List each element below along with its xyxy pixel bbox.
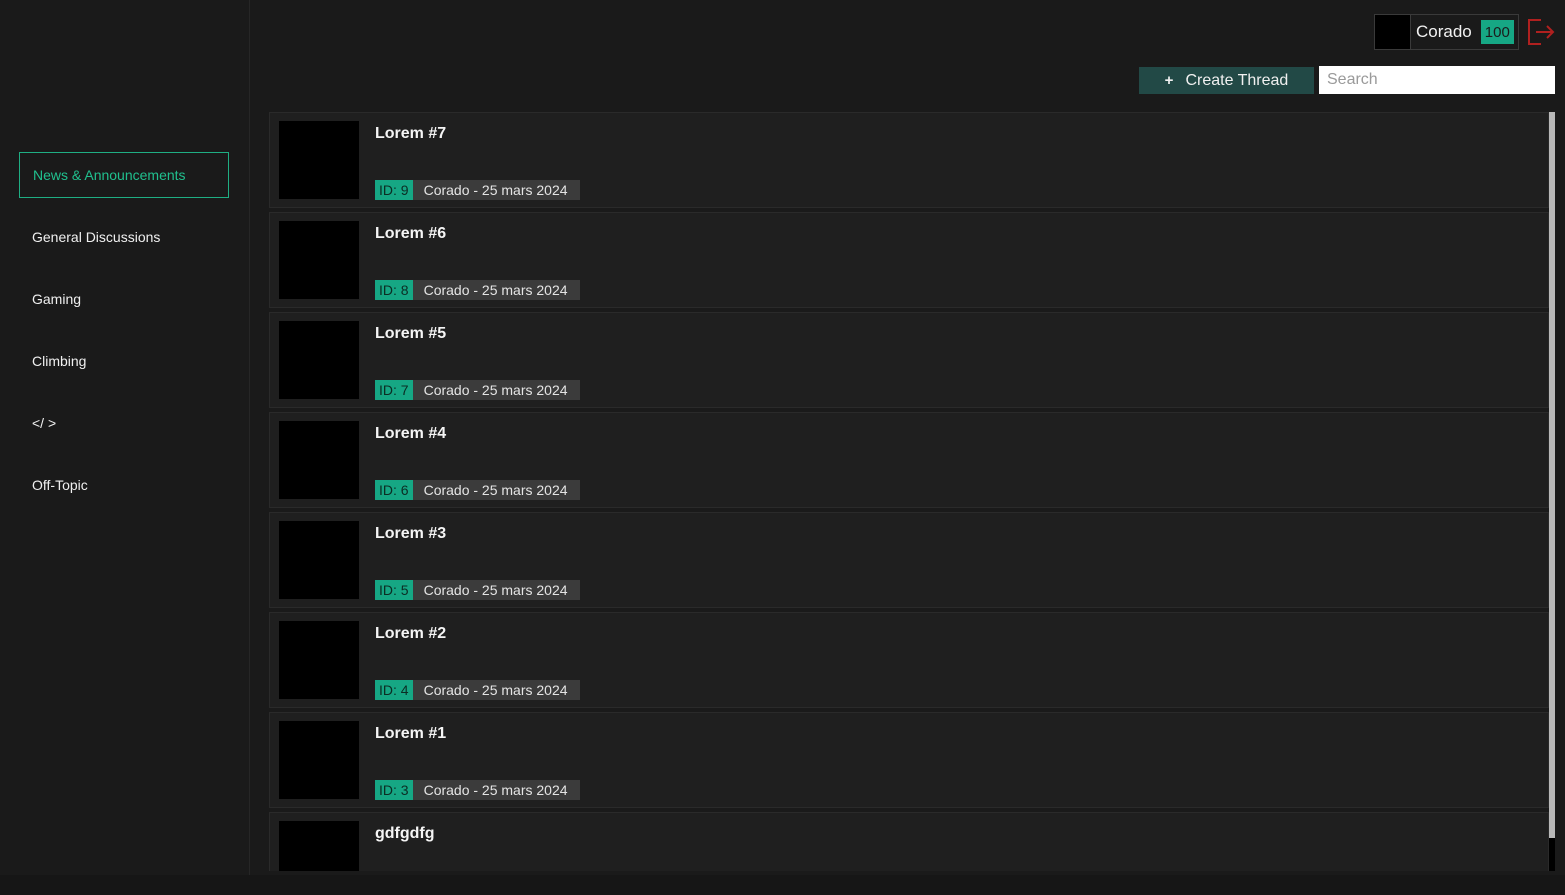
sidebar-item-news[interactable]: News & Announcements (19, 152, 229, 198)
thread-row[interactable]: Lorem #1 ID: 3 Corado - 25 mars 2024 (269, 712, 1549, 808)
thread-meta: ID: 5 Corado - 25 mars 2024 (375, 580, 580, 600)
thread-thumbnail (279, 221, 359, 299)
thread-title: Lorem #3 (375, 525, 447, 542)
thread-author-date: Corado - 25 mars 2024 (412, 780, 580, 800)
thread-title: Lorem #4 (375, 425, 447, 442)
thread-id-badge: ID: 3 (375, 780, 413, 800)
scrollbar-thumb[interactable] (1549, 112, 1555, 838)
create-thread-button[interactable]: + Create Thread (1139, 67, 1314, 94)
points-badge: 100 (1480, 20, 1514, 44)
thread-id-badge: ID: 6 (375, 480, 413, 500)
create-thread-label: Create Thread (1185, 71, 1289, 89)
thread-thumbnail (279, 521, 359, 599)
thread-thumbnail (279, 821, 359, 871)
thread-id-badge: ID: 9 (375, 180, 413, 200)
user-name: Corado (1416, 22, 1472, 41)
thread-id-badge: ID: 4 (375, 680, 413, 700)
thread-meta: ID: 9 Corado - 25 mars 2024 (375, 180, 580, 200)
thread-meta: ID: 6 Corado - 25 mars 2024 (375, 480, 580, 500)
search-input[interactable] (1319, 66, 1555, 94)
sidebar-item-general[interactable]: General Discussions (19, 214, 229, 260)
thread-meta: ID: 8 Corado - 25 mars 2024 (375, 280, 580, 300)
thread-title: gdfgdfg (375, 825, 435, 842)
thread-author-date: Corado - 25 mars 2024 (412, 580, 580, 600)
thread-id-badge: ID: 5 (375, 580, 413, 600)
bottom-strip (0, 875, 1565, 895)
app-root: News & Announcements General Discussions… (0, 0, 1565, 895)
thread-meta: ID: 4 Corado - 25 mars 2024 (375, 680, 580, 700)
thread-author-date: Corado - 25 mars 2024 (412, 280, 580, 300)
sidebar-item-climbing[interactable]: Climbing (19, 338, 229, 384)
sidebar-item-code[interactable]: </ > (19, 400, 229, 446)
thread-author-date: Corado - 25 mars 2024 (412, 180, 580, 200)
sidebar-item-off-topic[interactable]: Off-Topic (19, 462, 229, 508)
thread-title: Lorem #2 (375, 625, 447, 642)
thread-meta: ID: 3 Corado - 25 mars 2024 (375, 780, 580, 800)
thread-title: Lorem #5 (375, 325, 447, 342)
sidebar-item-gaming[interactable]: Gaming (19, 276, 229, 322)
thread-thumbnail (279, 621, 359, 699)
thread-meta: ID: 7 Corado - 25 mars 2024 (375, 380, 580, 400)
thread-row[interactable]: Lorem #4 ID: 6 Corado - 25 mars 2024 (269, 412, 1549, 508)
thread-row[interactable]: Lorem #2 ID: 4 Corado - 25 mars 2024 (269, 612, 1549, 708)
thread-thumbnail (279, 121, 359, 199)
thread-id-badge: ID: 8 (375, 280, 413, 300)
thread-author-date: Corado - 25 mars 2024 (412, 680, 580, 700)
thread-thumbnail (279, 321, 359, 399)
thread-list: Lorem #7 ID: 9 Corado - 25 mars 2024 Lor… (269, 112, 1549, 871)
thread-row[interactable]: gdfgdfg (269, 812, 1549, 871)
user-profile[interactable]: Corado 100 (1374, 14, 1519, 50)
avatar[interactable] (1375, 15, 1411, 49)
thread-row[interactable]: Lorem #6 ID: 8 Corado - 25 mars 2024 (269, 212, 1549, 308)
scrollbar-track[interactable] (1549, 838, 1555, 871)
logout-icon[interactable] (1526, 17, 1556, 47)
thread-row[interactable]: Lorem #7 ID: 9 Corado - 25 mars 2024 (269, 112, 1549, 208)
thread-thumbnail (279, 421, 359, 499)
thread-title: Lorem #7 (375, 125, 447, 142)
sidebar: News & Announcements General Discussions… (0, 0, 250, 875)
thread-author-date: Corado - 25 mars 2024 (412, 380, 580, 400)
thread-thumbnail (279, 721, 359, 799)
thread-title: Lorem #1 (375, 725, 447, 742)
thread-row[interactable]: Lorem #5 ID: 7 Corado - 25 mars 2024 (269, 312, 1549, 408)
thread-row[interactable]: Lorem #3 ID: 5 Corado - 25 mars 2024 (269, 512, 1549, 608)
thread-id-badge: ID: 7 (375, 380, 413, 400)
thread-title: Lorem #6 (375, 225, 447, 242)
plus-icon: + (1164, 72, 1174, 89)
thread-author-date: Corado - 25 mars 2024 (412, 480, 580, 500)
